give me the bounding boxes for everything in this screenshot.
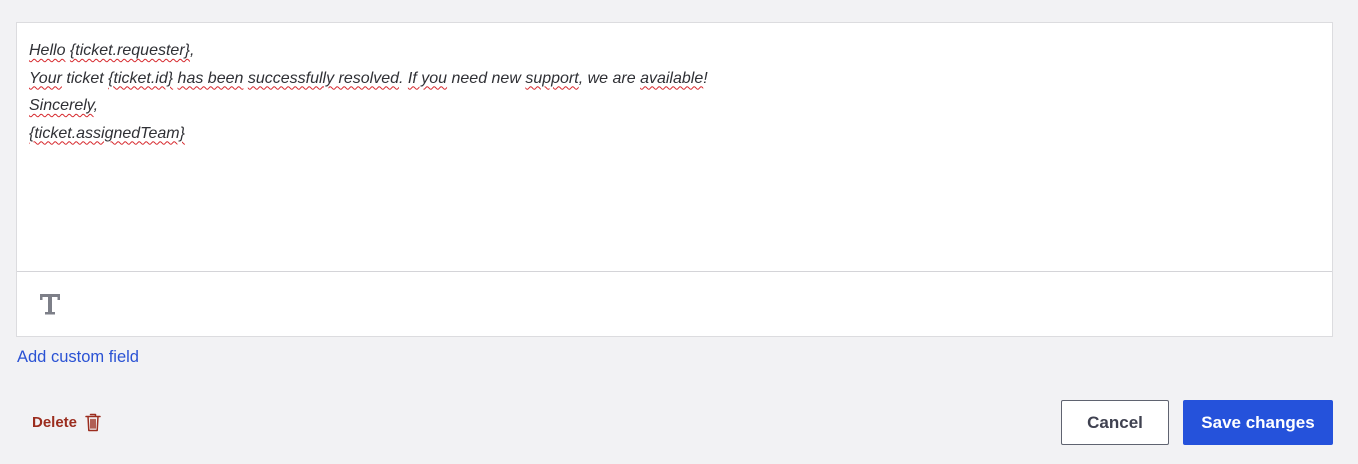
spellcheck-flagged-text: available	[640, 69, 704, 87]
spellcheck-flagged-text: Hello	[29, 42, 66, 59]
editor-toolbar	[17, 271, 1332, 336]
spellcheck-flagged-text: If you	[407, 69, 448, 87]
delete-button[interactable]: Delete	[32, 410, 101, 434]
email-template-editor-panel: Hello {ticket.requester}, Your ticket {ti…	[0, 0, 1358, 464]
spellcheck-flagged-text: Your	[29, 69, 62, 87]
editor-text-segment: , we are	[578, 69, 641, 87]
editor-line: Your ticket {ticket.id} has been success…	[29, 65, 1320, 93]
editor-text-segment: ticket	[61, 69, 109, 87]
editor-text-segment: !	[703, 69, 708, 87]
spellcheck-flagged-text: successfully resolved	[247, 69, 400, 87]
delete-label: Delete	[32, 413, 78, 431]
message-body-textarea[interactable]: Hello {ticket.requester}, Your ticket {ti…	[17, 23, 1332, 271]
editor-text-segment: ,	[93, 97, 99, 114]
spellcheck-flagged-text: support	[525, 69, 579, 87]
spellcheck-flagged-text: {ticket.assignedTeam}	[29, 124, 185, 142]
editor-text-segment: .	[399, 69, 408, 87]
spellcheck-flagged-text: {ticket.id}	[108, 69, 174, 87]
editor-line: Hello {ticket.requester},	[29, 37, 1320, 65]
spellcheck-flagged-text: {ticket.requester}	[69, 42, 190, 59]
editor-line: Sincerely,	[29, 92, 1320, 120]
editor-line: {ticket.assignedTeam}	[29, 120, 1320, 148]
cancel-label: Cancel	[1087, 412, 1143, 432]
text-format-button[interactable]	[37, 291, 63, 317]
editor-text-segment: ,	[190, 42, 195, 59]
message-editor: Hello {ticket.requester}, Your ticket {ti…	[16, 22, 1333, 337]
add-custom-field-link[interactable]: Add custom field	[17, 348, 139, 367]
text-format-icon	[40, 294, 60, 315]
cancel-button[interactable]: Cancel	[1061, 400, 1169, 445]
save-changes-label: Save changes	[1201, 412, 1315, 432]
spellcheck-flagged-text: has been	[177, 69, 244, 87]
editor-text-segment: need new	[447, 69, 526, 87]
save-changes-button[interactable]: Save changes	[1183, 400, 1333, 445]
trash-icon	[85, 413, 101, 431]
spellcheck-flagged-text: Sincerely	[29, 97, 94, 114]
